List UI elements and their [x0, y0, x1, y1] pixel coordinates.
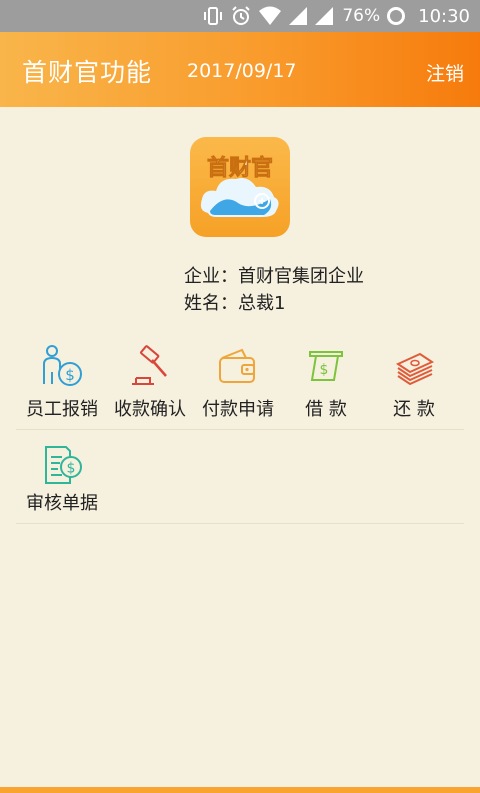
employee-reimburse-icon: $ — [43, 345, 82, 386]
svg-text:$: $ — [65, 366, 75, 384]
function-grid-row-1: $ 员工报销 收款确认 付款申请 $ 借 款 还 款 — [16, 342, 464, 430]
borrow-button[interactable]: $ 借 款 — [280, 342, 372, 430]
battery-ring-icon — [387, 7, 406, 25]
alarm-icon — [232, 6, 251, 25]
logout-button[interactable]: 注销 — [426, 59, 464, 86]
status-icons: 76% 10:30 — [202, 0, 470, 32]
audit-documents-label: 审核单据 — [26, 493, 98, 514]
payment-request-button[interactable]: 付款申请 — [192, 342, 284, 430]
page-title: 首财官功能 — [22, 58, 153, 87]
repay-button[interactable]: 还 款 — [368, 342, 460, 430]
clock: 10:30 — [418, 5, 470, 27]
payment-confirm-label: 收款确认 — [114, 399, 186, 420]
wifi-icon — [259, 6, 282, 25]
vibrate-icon — [204, 7, 223, 25]
cloud-logo-icon: 首财官 — [200, 155, 279, 217]
app-header: 首财官功能 2017/09/17 注销 — [0, 32, 480, 107]
audit-document-icon: $ — [45, 446, 82, 484]
svg-text:$: $ — [320, 362, 329, 378]
signal-icon — [315, 7, 334, 25]
app-logo: 首财官 — [190, 137, 290, 237]
borrow-label: 借 款 — [305, 399, 347, 420]
user-name-info: 姓名：总裁1 — [184, 293, 286, 314]
signal-icon — [289, 7, 308, 25]
header-date: 2017/09/17 — [187, 60, 297, 82]
audit-documents-button[interactable]: $ 审核单据 — [16, 431, 108, 519]
status-bar: 76% 10:30 — [0, 0, 480, 32]
payment-confirm-button[interactable]: 收款确认 — [104, 342, 196, 430]
cash-bill-icon: $ — [309, 351, 343, 381]
money-stack-icon — [395, 352, 435, 386]
logo-text: 首财官 — [207, 155, 273, 181]
svg-text:$: $ — [67, 461, 76, 477]
employee-reimburse-label: 员工报销 — [26, 399, 98, 420]
battery-percent: 76% — [342, 6, 381, 26]
employee-reimburse-button[interactable]: $ 员工报销 — [16, 342, 108, 430]
function-grid-row-2: $ 审核单据 — [16, 431, 464, 524]
bottom-accent-bar — [0, 787, 480, 793]
repay-label: 还 款 — [393, 399, 435, 420]
company-info: 企业：首财官集团企业 — [184, 266, 364, 287]
wallet-icon — [219, 348, 255, 383]
gavel-icon — [132, 345, 167, 385]
payment-request-label: 付款申请 — [202, 399, 274, 420]
